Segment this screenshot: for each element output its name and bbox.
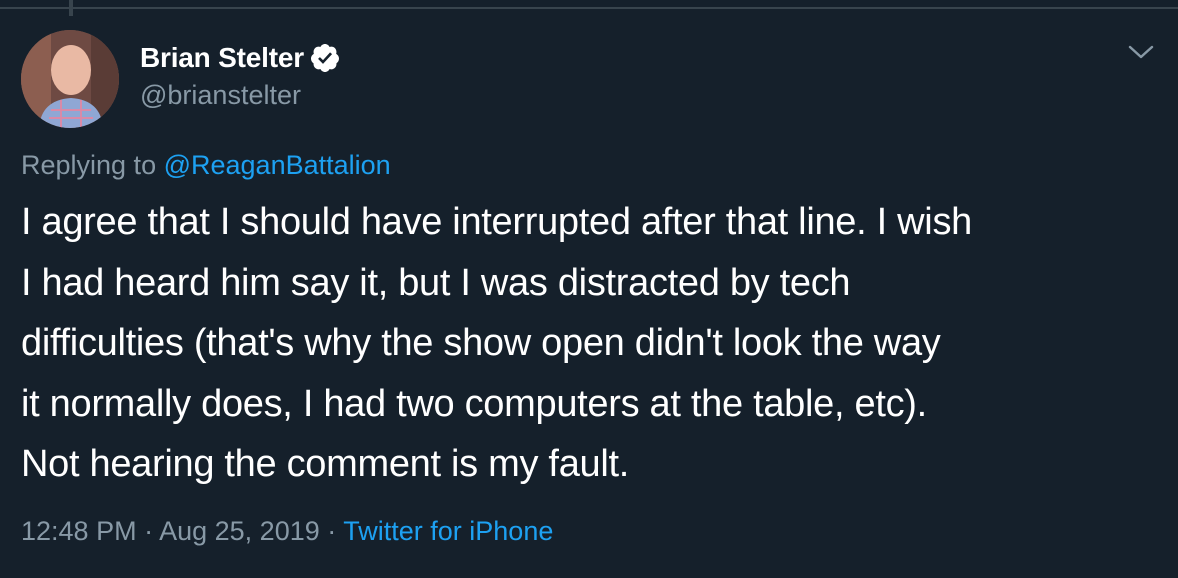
replying-to-label: Replying to xyxy=(21,150,164,180)
tweet-meta: 12:48 PM · Aug 25, 2019 · Twitter for iP… xyxy=(21,516,553,547)
meta-separator: · xyxy=(319,516,344,546)
tweet-text-line: it normally does, I had two computers at… xyxy=(21,382,927,425)
tweet-time[interactable]: 12:48 PM xyxy=(21,516,137,546)
top-divider xyxy=(0,7,1178,9)
display-name[interactable]: Brian Stelter xyxy=(140,42,304,74)
chevron-down-icon[interactable] xyxy=(1126,40,1156,64)
avatar-image xyxy=(21,30,119,128)
tweet-text-line: I had heard him say it, but I was distra… xyxy=(21,261,851,304)
reply-mention-link[interactable]: @ReaganBattalion xyxy=(164,150,391,180)
tweet-text-line: I agree that I should have interrupted a… xyxy=(21,201,972,243)
verified-badge-icon xyxy=(310,44,339,72)
thread-connector xyxy=(69,0,73,16)
tweet-source-link[interactable]: Twitter for iPhone xyxy=(343,516,553,546)
tweet-text-line: Not hearing the comment is my fault. xyxy=(21,443,630,485)
user-name-row[interactable]: Brian Stelter xyxy=(140,38,341,78)
tweet-text: I agree that I should have interrupted a… xyxy=(21,192,1161,495)
user-handle[interactable]: @brianstelter xyxy=(140,80,301,111)
replying-to-line: Replying to @ReaganBattalion xyxy=(21,150,391,181)
avatar[interactable] xyxy=(21,30,119,128)
tweet-text-line: difficulties (that's why the show open d… xyxy=(21,322,941,364)
meta-separator: · xyxy=(136,516,160,546)
tweet-date[interactable]: Aug 25, 2019 xyxy=(159,516,320,546)
